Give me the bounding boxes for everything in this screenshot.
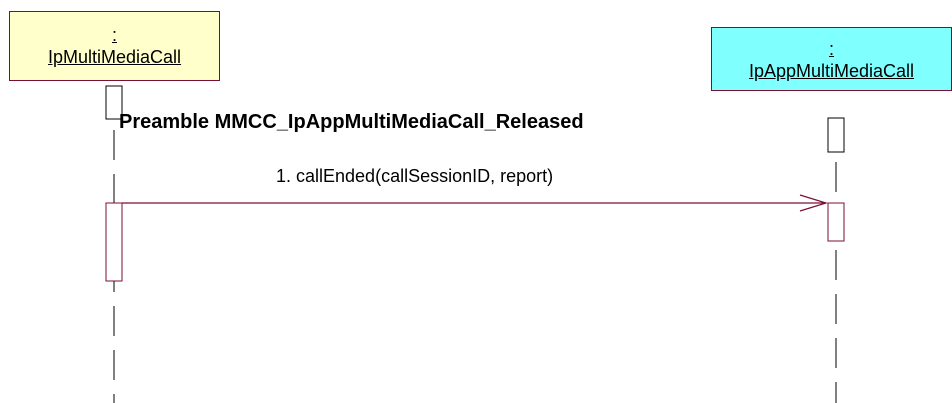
activation-caller-message (105, 202, 123, 282)
activation-app-message (827, 202, 845, 242)
activation-app-preamble (827, 117, 845, 153)
message-label: 1. callEnded(callSessionID, report) (276, 166, 554, 186)
object-ipappmultimediacall: : IpAppMultiMediaCall (711, 27, 952, 91)
object-ipmultimediacall-prefix: : (111, 25, 117, 45)
sequence-diagram: : IpMultiMediaCall : IpAppMultiMediaCall… (0, 0, 952, 403)
object-ipappmultimediacall-name: IpAppMultiMediaCall (748, 61, 915, 81)
object-ipmultimediacall: : IpMultiMediaCall (9, 11, 220, 81)
object-ipappmultimediacall-prefix: : (828, 39, 834, 59)
preamble-title: Preamble MMCC_IpAppMultiMediaCall_Releas… (119, 111, 584, 133)
object-ipmultimediacall-name: IpMultiMediaCall (47, 47, 182, 67)
